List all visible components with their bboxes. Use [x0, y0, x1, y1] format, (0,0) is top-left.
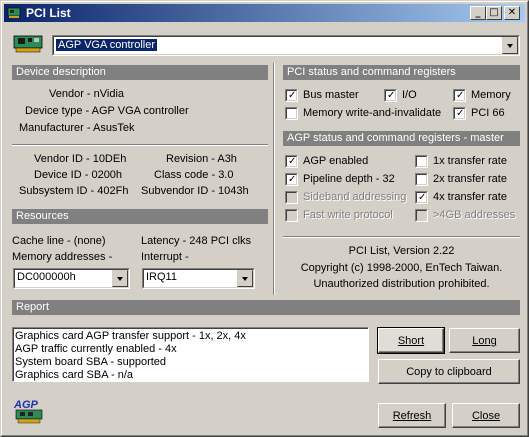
- pci66-label: PCI 66: [471, 107, 505, 119]
- report-text-area[interactable]: Graphics card AGP transfer support - 1x,…: [12, 327, 369, 382]
- fast-write-label: Fast write protocol: [303, 209, 393, 221]
- checkmark-icon: ✓: [288, 156, 297, 167]
- long-button-label: Long: [472, 335, 497, 347]
- divider: [12, 144, 268, 146]
- subsystem-id-text: Subsystem ID - 402Fh: [19, 185, 129, 197]
- manufacturer-text: Manufacturer - AsusTek: [19, 122, 135, 134]
- pci-list-window: PCI List _ □ ✕ AGP VGA controller Device…: [0, 0, 529, 437]
- chevron-down-icon: [117, 277, 123, 281]
- over-4gb-label: >4GB addresses: [433, 209, 516, 221]
- copyright-text: Copyright (c) 1998-2000, EnTech Taiwan.: [300, 262, 503, 274]
- memory-write-invalidate-checkbox[interactable]: [285, 107, 298, 120]
- report-header: Report: [12, 300, 520, 315]
- pci-card-icon: [7, 7, 21, 18]
- checkmark-icon: ✓: [456, 90, 465, 101]
- agp-status-header: AGP status and command registers - maste…: [283, 131, 520, 146]
- latency-text: Latency - 248 PCI clks: [141, 235, 252, 247]
- device-select-dropdown-button[interactable]: [502, 37, 518, 54]
- pipeline-depth-label: Pipeline depth - 32: [303, 173, 395, 185]
- device-select-value: AGP VGA controller: [54, 38, 159, 52]
- pipeline-depth-checkbox[interactable]: ✓: [285, 173, 298, 186]
- pci-status-header: PCI status and command registers: [283, 65, 520, 80]
- interrupt-value: IRQ11: [146, 271, 177, 283]
- copy-to-clipboard-button[interactable]: Copy to clipboard: [378, 359, 520, 384]
- transfer-2x-checkbox[interactable]: [415, 173, 428, 186]
- checkmark-icon: ✓: [387, 90, 396, 101]
- minimize-button[interactable]: _: [470, 6, 486, 20]
- device-select[interactable]: AGP VGA controller: [52, 35, 520, 56]
- transfer-2x-label: 2x transfer rate: [433, 173, 507, 185]
- memory-addresses-label: Memory addresses -: [12, 251, 113, 263]
- device-id-text: Device ID - 0200h: [34, 169, 123, 181]
- close-button[interactable]: Close: [452, 403, 520, 428]
- version-text: PCI List, Version 2.22: [348, 245, 455, 257]
- checkmark-icon: ✓: [456, 108, 465, 119]
- report-line: Graphics card AGP transfer support - 1x,…: [15, 330, 246, 342]
- pci66-checkbox[interactable]: ✓: [453, 107, 466, 120]
- close-icon: ✕: [507, 7, 517, 18]
- cache-line-text: Cache line - (none): [12, 235, 106, 247]
- device-type-text: Device type - AGP VGA controller: [25, 105, 189, 117]
- class-code-text: Class code - 3.0: [154, 169, 234, 181]
- long-button[interactable]: Long: [449, 328, 520, 353]
- checkmark-icon: ✓: [418, 192, 427, 203]
- window-title: PCI List: [26, 6, 71, 20]
- chevron-down-icon: [507, 44, 513, 48]
- chevron-down-icon: [242, 277, 248, 281]
- agp-enabled-checkbox[interactable]: ✓: [285, 155, 298, 168]
- close-button-label: Close: [471, 410, 501, 422]
- fast-write-checkbox: [285, 209, 298, 222]
- memory-label: Memory: [471, 89, 511, 101]
- io-label: I/O: [402, 89, 417, 101]
- maximize-icon: □: [489, 7, 499, 18]
- maximize-button[interactable]: □: [486, 6, 502, 20]
- transfer-4x-label: 4x transfer rate: [433, 191, 507, 203]
- agp-logo-text: AGP: [13, 399, 39, 411]
- sideband-addressing-checkbox: [285, 191, 298, 204]
- revision-text: Revision - A3h: [166, 153, 237, 165]
- transfer-1x-checkbox[interactable]: [415, 155, 428, 168]
- resources-header: Resources: [12, 209, 268, 224]
- transfer-1x-label: 1x transfer rate: [433, 155, 507, 167]
- short-button[interactable]: Short: [377, 327, 445, 354]
- title-bar[interactable]: PCI List: [4, 4, 525, 22]
- over-4gb-checkbox: [415, 209, 428, 222]
- vendor-id-text: Vendor ID - 10DEh: [34, 153, 127, 165]
- io-checkbox[interactable]: ✓: [384, 89, 397, 102]
- refresh-button-label: Refresh: [392, 410, 432, 422]
- divider: [283, 236, 520, 238]
- checkmark-icon: ✓: [288, 174, 297, 185]
- bus-master-label: Bus master: [303, 89, 359, 101]
- checkmark-icon: ✓: [288, 90, 297, 101]
- short-button-label: Short: [397, 335, 425, 347]
- distribution-text: Unauthorized distribution prohibited.: [313, 278, 490, 290]
- interrupt-dropdown-button[interactable]: [237, 270, 253, 287]
- refresh-button[interactable]: Refresh: [378, 403, 446, 428]
- report-line: AGP traffic currently enabled - 4x: [15, 343, 177, 355]
- sideband-addressing-label: Sideband addressing: [303, 191, 407, 203]
- agp-enabled-label: AGP enabled: [303, 155, 369, 167]
- memory-address-select[interactable]: DC000000h: [13, 268, 130, 289]
- memory-address-dropdown-button[interactable]: [112, 270, 128, 287]
- minimize-icon: _: [475, 7, 481, 18]
- vertical-divider: [273, 63, 275, 295]
- copy-button-label: Copy to clipboard: [406, 366, 492, 378]
- subvendor-id-text: Subvendor ID - 1043h: [141, 185, 249, 197]
- bus-master-checkbox[interactable]: ✓: [285, 89, 298, 102]
- interrupt-label: Interrupt -: [141, 251, 189, 263]
- device-description-header: Device description: [12, 65, 268, 80]
- pci-card-icon: [13, 35, 43, 53]
- vendor-text: Vendor - nVidia: [49, 88, 125, 100]
- report-line: System board SBA - supported: [15, 356, 167, 368]
- memory-checkbox[interactable]: ✓: [453, 89, 466, 102]
- close-window-button[interactable]: ✕: [504, 6, 520, 20]
- memory-write-invalidate-label: Memory write-and-invalidate: [303, 107, 442, 119]
- report-line: Graphics card SBA - n/a: [15, 369, 133, 381]
- memory-address-value: DC000000h: [17, 271, 76, 283]
- interrupt-select[interactable]: IRQ11: [142, 268, 255, 289]
- agp-logo-icon: AGP: [13, 399, 43, 424]
- transfer-4x-checkbox[interactable]: ✓: [415, 191, 428, 204]
